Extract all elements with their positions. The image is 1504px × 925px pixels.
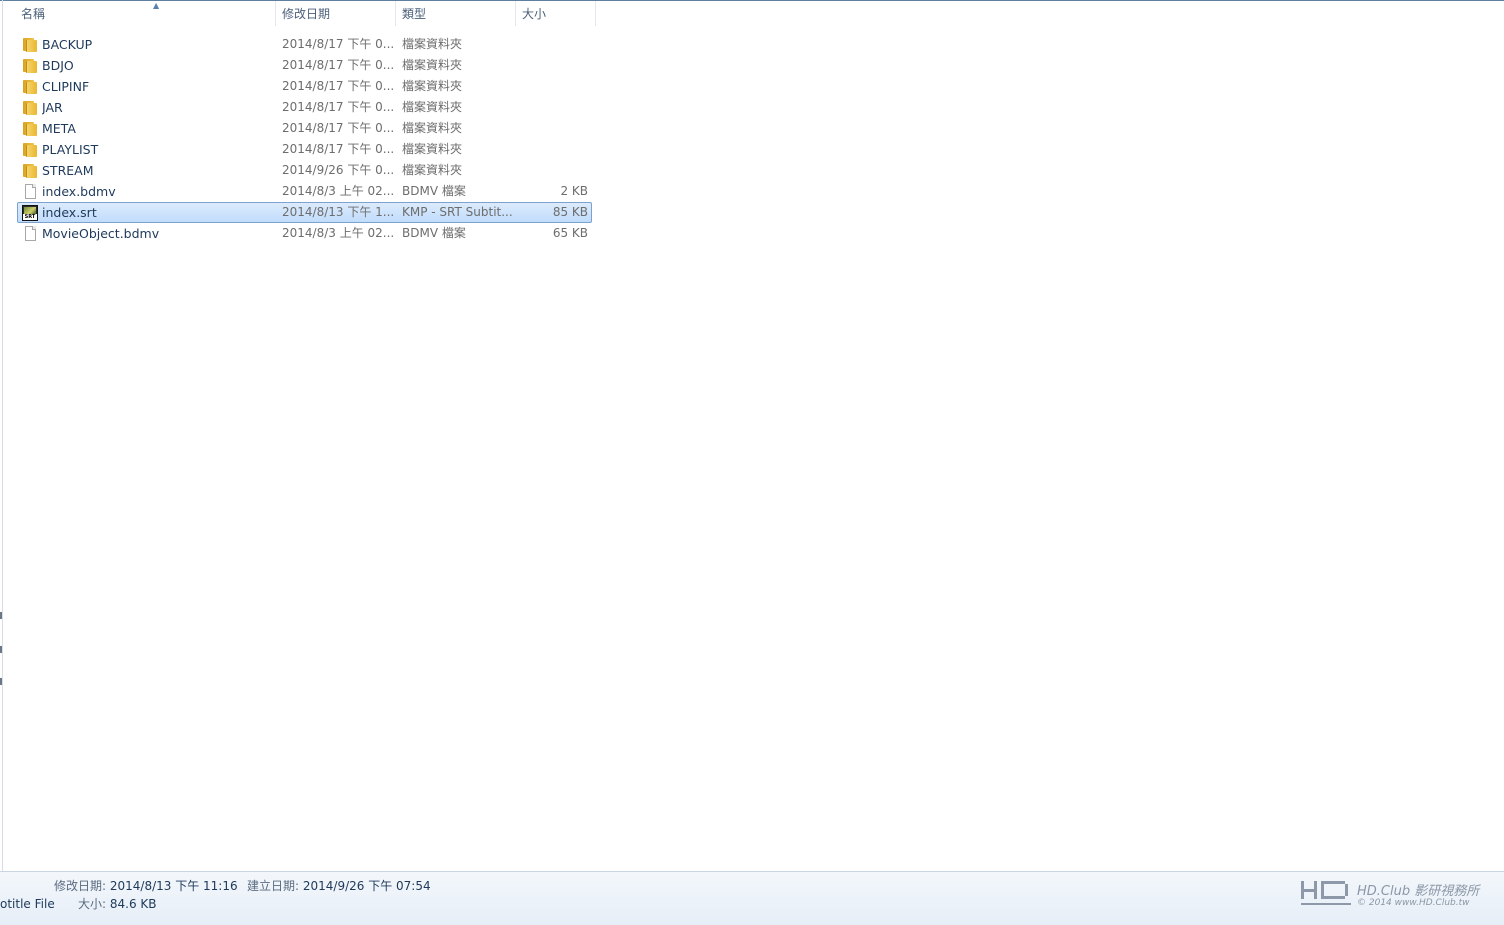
column-header-date-modified[interactable]: 修改日期 [276,1,396,26]
file-row-index-srt[interactable]: SRT index.srt 2014/8/13 下午 1... KMP - SR… [17,202,592,223]
folder-icon [22,79,38,94]
file-name: BDJO [42,58,74,73]
column-header-bar: 名稱 ▲ 修改日期 類型 大小 [3,1,1504,26]
file-row-bdjo[interactable]: BDJO 2014/8/17 下午 0... 檔案資料夾 [17,55,592,76]
srt-icon-label: SRT [23,214,37,220]
folder-icon [22,142,38,157]
file-row-index-bdmv[interactable]: index.bdmv 2014/8/3 上午 02... BDMV 檔案 2 K… [17,181,592,202]
details-size: 大小: 84.6 KB [78,896,157,912]
file-date-modified: 2014/8/17 下午 0... [282,142,395,156]
file-icon [22,226,38,241]
column-header-type[interactable]: 類型 [396,1,516,26]
folder-icon [22,121,38,136]
file-date-modified: 2014/8/17 下午 0... [282,58,395,72]
file-type: 檔案資料夾 [402,163,463,177]
srt-file-icon: SRT [22,205,38,221]
column-header-name-label: 名稱 [21,7,46,21]
file-row-jar[interactable]: JAR 2014/8/17 下午 0... 檔案資料夾 [17,97,592,118]
watermark-title: HD.Club 影研視務所 [1357,884,1480,899]
details-modified-label: 修改日期: [54,879,107,893]
file-size [518,161,588,180]
file-row-playlist[interactable]: PLAYLIST 2014/8/17 下午 0... 檔案資料夾 [17,139,592,160]
file-name: MovieObject.bdmv [42,226,160,241]
column-header-type-label: 類型 [402,7,427,21]
column-header-size-label: 大小 [522,7,547,21]
file-name: index.bdmv [42,184,116,199]
details-file-type: otitle File [0,897,55,911]
folder-icon [22,58,38,73]
file-row-meta[interactable]: META 2014/8/17 下午 0... 檔案資料夾 [17,118,592,139]
file-type: 檔案資料夾 [402,100,463,114]
hdclub-watermark: HD.Club 影研視務所 © 2014 www.HD.Club.tw [1301,879,1486,913]
file-name: STREAM [42,163,94,178]
file-name: PLAYLIST [42,142,99,157]
file-type: 檔案資料夾 [402,121,463,135]
file-icon [22,184,38,199]
details-size-label: 大小: [78,897,107,911]
file-type: 檔案資料夾 [402,142,463,156]
watermark-copyright: © 2014 www.HD.Club.tw [1357,898,1470,908]
file-date-modified: 2014/8/17 下午 0... [282,79,395,93]
navigation-pane-divider[interactable] [2,0,3,872]
file-size [518,56,588,75]
file-size: 65 KB [552,226,588,240]
file-type: BDMV 檔案 [402,184,466,198]
file-date-modified: 2014/8/17 下午 0... [282,121,395,135]
file-name: BACKUP [42,37,93,52]
file-date-modified: 2014/9/26 下午 0... [282,163,395,177]
folder-icon [22,100,38,115]
column-header-name[interactable]: 名稱 ▲ [15,1,276,26]
file-row-movieobject-bdmv[interactable]: MovieObject.bdmv 2014/8/3 上午 02... BDMV … [17,223,592,244]
file-type: KMP - SRT Subtit... [402,205,513,219]
folder-icon [22,37,38,52]
file-name: index.srt [42,205,97,220]
file-size: 2 KB [560,184,588,198]
details-size-value: 84.6 KB [109,897,157,911]
file-name: META [42,121,76,136]
folder-icon [22,163,38,178]
file-name: CLIPINF [42,79,90,94]
file-date-modified: 2014/8/13 下午 1... [282,205,395,219]
column-header-date-label: 修改日期 [282,7,331,21]
details-created-label: 建立日期: [247,879,300,893]
details-pane: 修改日期: 2014/8/13 下午 11:16 建立日期: 2014/9/26… [0,871,1504,925]
file-type: 檔案資料夾 [402,58,463,72]
file-date-modified: 2014/8/17 下午 0... [282,37,395,51]
details-modified: 修改日期: 2014/8/13 下午 11:16 [54,878,238,894]
file-size: 85 KB [552,205,588,219]
file-type: 檔案資料夾 [402,37,463,51]
details-created-value: 2014/9/26 下午 07:54 [302,879,431,893]
file-date-modified: 2014/8/17 下午 0... [282,100,395,114]
details-modified-value: 2014/8/13 下午 11:16 [109,879,238,893]
file-size [518,140,588,159]
file-size [518,98,588,117]
hdclub-logo-icon [1301,879,1353,907]
sort-ascending-icon: ▲ [153,1,160,10]
file-type: 檔案資料夾 [402,79,463,93]
file-row-clipinf[interactable]: CLIPINF 2014/8/17 下午 0... 檔案資料夾 [17,76,592,97]
file-size [518,35,588,54]
column-header-size[interactable]: 大小 [516,1,596,26]
file-type: BDMV 檔案 [402,226,466,240]
file-size [518,77,588,96]
file-row-stream[interactable]: STREAM 2014/9/26 下午 0... 檔案資料夾 [17,160,592,181]
file-name: JAR [42,100,63,115]
details-created: 建立日期: 2014/9/26 下午 07:54 [247,878,431,894]
file-date-modified: 2014/8/3 上午 02... [282,184,395,198]
file-size [518,119,588,138]
file-date-modified: 2014/8/3 上午 02... [282,226,395,240]
file-row-backup[interactable]: BACKUP 2014/8/17 下午 0... 檔案資料夾 [17,34,592,55]
